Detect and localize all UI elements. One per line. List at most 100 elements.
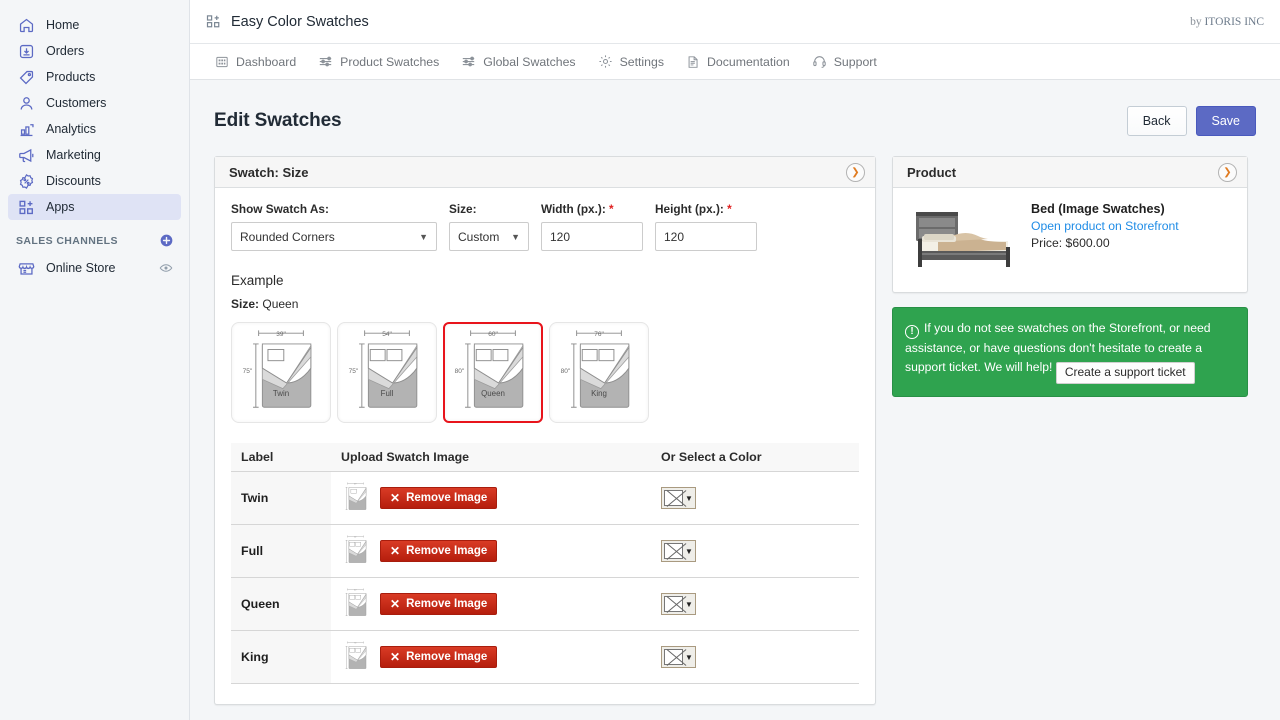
sidebar-item-discounts[interactable]: Discounts xyxy=(8,168,181,194)
sidebar-item-home[interactable]: Home xyxy=(8,12,181,38)
product-price: Price: $600.00 xyxy=(1031,236,1110,250)
remove-image-button-king[interactable]: ✕ Remove Image xyxy=(380,646,498,668)
color-picker-full[interactable]: ▼ xyxy=(661,540,696,562)
color-picker-king[interactable]: ▼ xyxy=(661,646,696,668)
column-header-label: Label xyxy=(231,443,331,472)
svg-text:80": 80" xyxy=(561,368,571,375)
chevron-right-circle-icon[interactable]: ❯ xyxy=(846,162,865,182)
remove-image-button-queen[interactable]: ✕ Remove Image xyxy=(380,593,498,615)
bed-product-photo xyxy=(907,202,1019,274)
products-tag-icon xyxy=(16,67,36,87)
example-size-line: Size: Queen xyxy=(231,297,859,311)
sidebar-item-label: Marketing xyxy=(46,147,101,162)
field-show-swatch-as: Show Swatch As: Rounded Corners ▼ xyxy=(231,202,437,251)
headset-icon xyxy=(812,54,827,69)
row-label-twin: Twin xyxy=(231,471,331,525)
sidebar-item-apps[interactable]: Apps xyxy=(8,194,181,220)
customers-icon xyxy=(16,93,36,113)
tab-dashboard[interactable]: Dashboard xyxy=(204,44,307,79)
svg-text:75": 75" xyxy=(349,368,359,375)
tab-settings[interactable]: Settings xyxy=(587,44,675,79)
sidebar-section-label: SALES CHANNELS xyxy=(16,234,118,247)
remove-image-label: Remove Image xyxy=(406,492,488,504)
app-byline: by ITORIS INC xyxy=(1190,16,1264,28)
swatch-preview-queen[interactable]: 60" 80" Queen xyxy=(443,322,543,423)
page-header: Edit Swatches Back Save xyxy=(214,98,1256,144)
row-color-cell: ▼ xyxy=(651,630,859,684)
no-color-x-icon xyxy=(664,543,683,559)
column-header-upload-swatch-image: Upload Swatch Image xyxy=(331,443,651,472)
sidebar-item-label: Orders xyxy=(46,43,85,58)
color-picker-queen[interactable]: ▼ xyxy=(661,593,696,615)
close-x-icon: ✕ xyxy=(390,597,401,611)
height-label-text: Height (px.): xyxy=(655,202,724,216)
sidebar-item-customers[interactable]: Customers xyxy=(8,90,181,116)
sidebar-item-label: Customers xyxy=(46,95,107,110)
open-product-storefront-link[interactable]: Open product on Storefront xyxy=(1031,219,1179,233)
field-height: Height (px.): * 120 xyxy=(655,202,757,251)
create-support-ticket-button[interactable]: Create a support ticket xyxy=(1055,361,1195,384)
example-heading: Example xyxy=(231,273,284,288)
sidebar-item-products[interactable]: Products xyxy=(8,64,181,90)
close-x-icon: ✕ xyxy=(390,544,401,558)
tab-global-swatches[interactable]: Global Swatches xyxy=(450,44,586,79)
swatch-preview-twin[interactable]: 39" 75" Twin xyxy=(231,322,331,423)
swatch-preview-row: 39" 75" Twin 54" 75" Full 60" 80" Queen 76" 80" Kin… xyxy=(231,322,859,423)
field-label-show-swatch-as: Show Swatch As: xyxy=(231,202,329,216)
svg-text:54": 54" xyxy=(354,536,357,538)
save-button[interactable]: Save xyxy=(1195,106,1256,136)
svg-text:Twin: Twin xyxy=(273,389,289,398)
bed-diagram-full-icon: 54" 75" Full xyxy=(346,327,428,418)
swatch-preview-king[interactable]: 76" 80" King xyxy=(549,322,649,423)
tab-product-swatches[interactable]: Product Swatches xyxy=(307,44,450,79)
swatch-table-body: Twin 39" ✕ Remove Image ▼ Full 54" ✕ Remove Imag… xyxy=(231,471,859,684)
required-asterisk: * xyxy=(609,202,614,216)
tab-support[interactable]: Support xyxy=(801,44,888,79)
row-upload-cell: 60" ✕ Remove Image xyxy=(331,577,651,631)
sidebar-item-marketing[interactable]: Marketing xyxy=(8,142,181,168)
field-label-size: Size: xyxy=(449,202,477,216)
row-upload-cell: 76" ✕ Remove Image xyxy=(331,630,651,684)
width-input[interactable]: 120 xyxy=(541,222,643,251)
swatch-preview-full[interactable]: 54" 75" Full xyxy=(337,322,437,423)
show-swatch-as-select[interactable]: Rounded Corners ▼ xyxy=(231,222,437,251)
field-width: Width (px.): * 120 xyxy=(541,202,643,251)
swatch-thumbnail-twin[interactable]: 39" xyxy=(341,480,370,516)
remove-image-button-twin[interactable]: ✕ Remove Image xyxy=(380,487,498,509)
app-tab-bar: Dashboard Product Swatches Global Swatches… xyxy=(190,44,1280,80)
row-color-cell: ▼ xyxy=(651,524,859,578)
sidebar-item-label: Apps xyxy=(46,199,75,214)
sidebar-item-label: Home xyxy=(46,17,80,32)
sidebar-item-online-store[interactable]: Online Store xyxy=(8,255,181,281)
table-row: Queen 60" ✕ Remove Image ▼ xyxy=(231,577,859,631)
no-color-x-icon xyxy=(664,490,683,506)
height-input[interactable]: 120 xyxy=(655,222,757,251)
swatch-thumbnail-queen[interactable]: 60" xyxy=(341,586,370,622)
tab-documentation[interactable]: Documentation xyxy=(675,44,801,79)
sidebar-nav-list: Home Orders Products Customers Analytics Mark… xyxy=(0,12,189,220)
tab-label: Settings xyxy=(619,54,664,69)
plus-circle-icon[interactable] xyxy=(160,234,173,247)
bed-diagram-twin-icon: 39" 75" Twin xyxy=(240,327,322,418)
chevron-right-circle-icon[interactable]: ❯ xyxy=(1218,162,1237,182)
remove-image-button-full[interactable]: ✕ Remove Image xyxy=(380,540,498,562)
field-size: Size: Custom ▼ xyxy=(449,202,529,251)
eye-icon[interactable] xyxy=(159,261,173,275)
row-color-cell: ▼ xyxy=(651,577,859,631)
row-label-king: King xyxy=(231,630,331,684)
swatch-thumbnail-king[interactable]: 76" xyxy=(341,639,370,675)
swatch-card: Swatch: Size ❯ Show Swatch As: Rounded C… xyxy=(214,156,876,705)
sliders-icon xyxy=(318,54,333,69)
swatch-card-body: Show Swatch As: Rounded Corners ▼ Size: … xyxy=(215,188,875,704)
sidebar-item-orders[interactable]: Orders xyxy=(8,38,181,64)
swatch-thumbnail-full[interactable]: 54" xyxy=(341,533,370,569)
content-columns: Swatch: Size ❯ Show Swatch As: Rounded C… xyxy=(214,156,1256,705)
close-x-icon: ✕ xyxy=(390,491,401,505)
caret-down-icon: ▼ xyxy=(685,652,693,662)
size-select[interactable]: Custom ▼ xyxy=(449,222,529,251)
right-column: Product ❯ Bed (Image Swatches) Open prod… xyxy=(892,156,1248,397)
sidebar-item-analytics[interactable]: Analytics xyxy=(8,116,181,142)
back-button[interactable]: Back xyxy=(1126,106,1187,136)
color-picker-twin[interactable]: ▼ xyxy=(661,487,696,509)
app-title: Easy Color Swatches xyxy=(231,13,369,30)
